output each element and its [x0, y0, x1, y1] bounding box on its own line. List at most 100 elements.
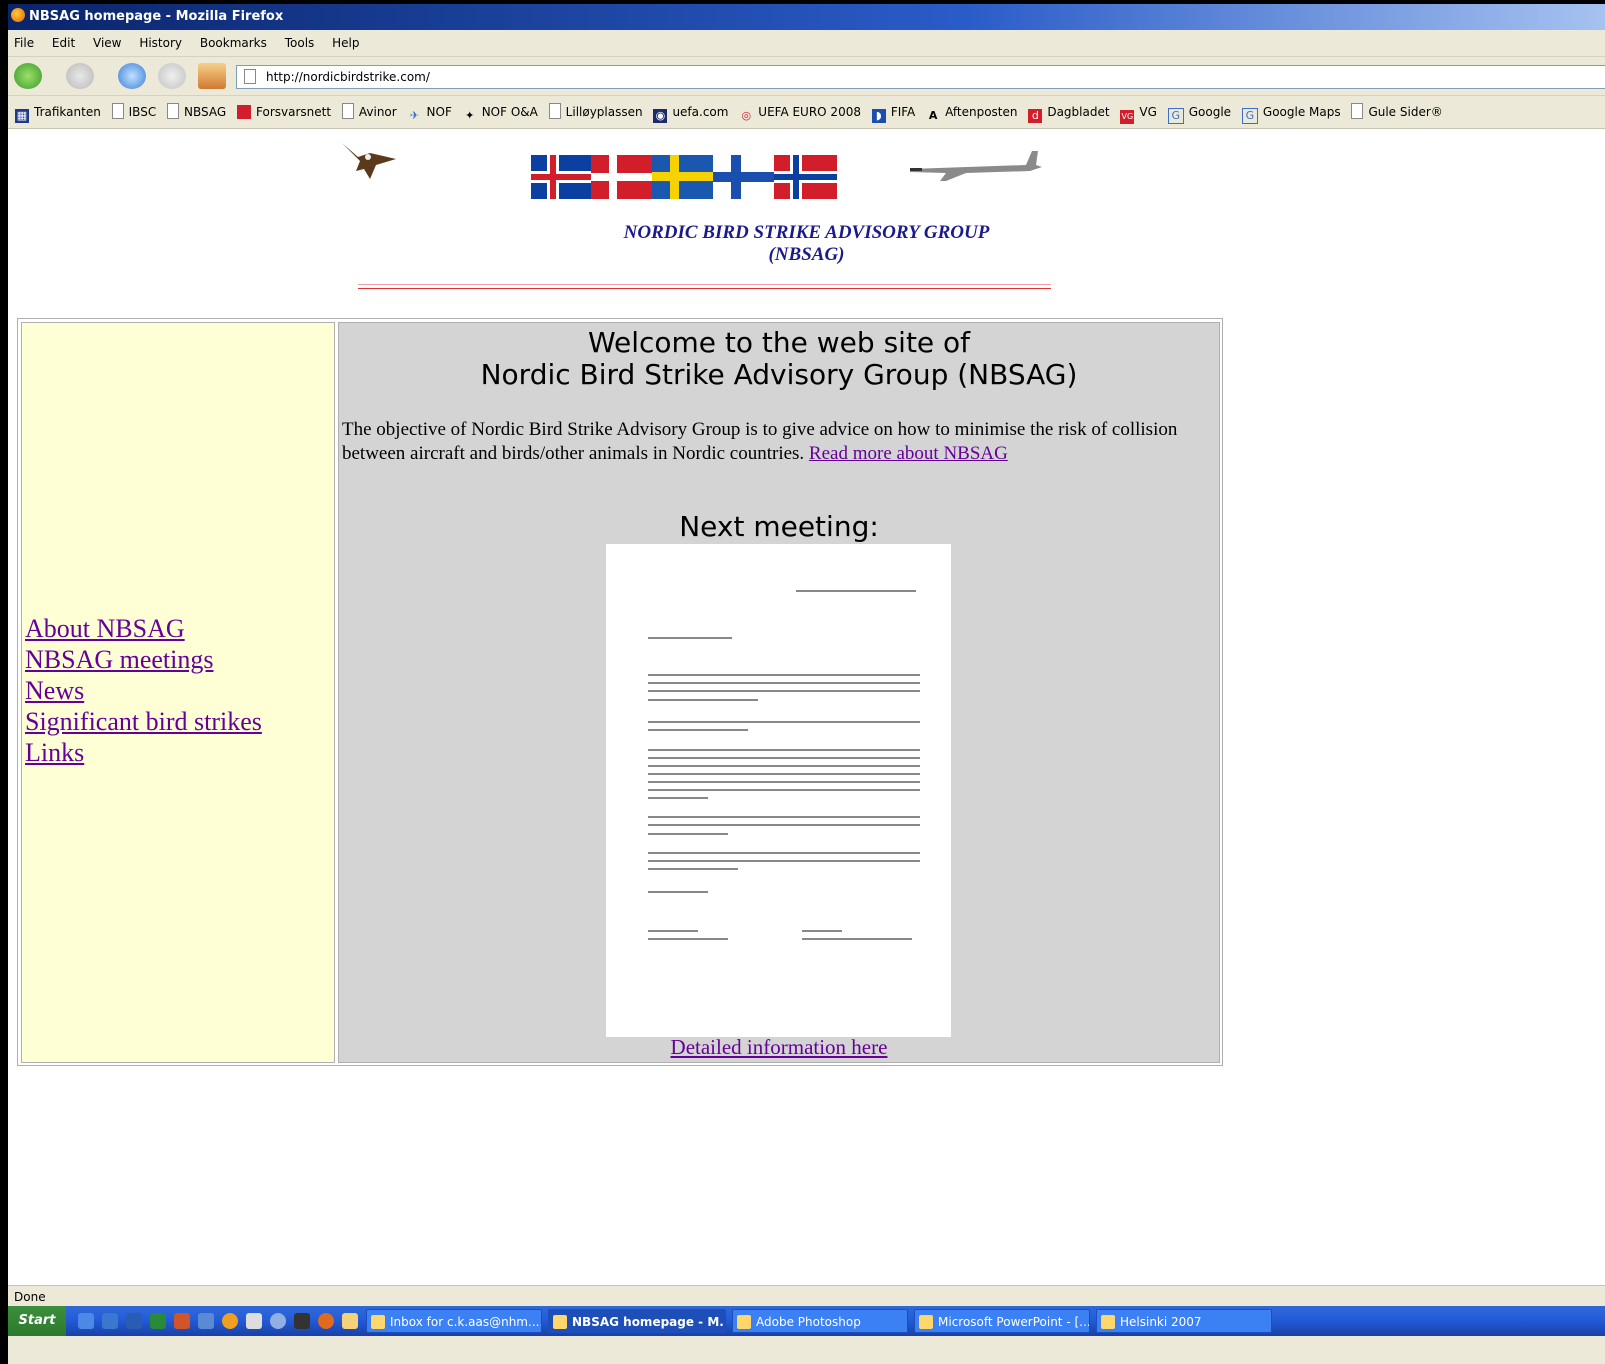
firefox-icon[interactable] — [318, 1313, 334, 1329]
bookmark-aftenposten[interactable]: A Aftenposten — [926, 96, 1018, 128]
page-icon — [548, 103, 561, 119]
firefox-icon — [11, 8, 25, 22]
bird-icon: ✦ — [465, 109, 475, 122]
page-icon — [244, 69, 256, 84]
denmark-flag-icon — [591, 155, 652, 199]
page-icon — [167, 103, 180, 119]
task-photoshop[interactable]: Adobe Photoshop — [732, 1309, 908, 1333]
bookmark-nbsag[interactable]: NBSAG — [167, 96, 226, 128]
bookmark-fifa[interactable]: ◗ FIFA — [871, 96, 915, 128]
bookmark-vg[interactable]: VG VG — [1120, 96, 1157, 128]
powerpoint-icon[interactable] — [174, 1313, 190, 1329]
task-nbsag-homepage[interactable]: NBSAG homepage - M... — [548, 1309, 726, 1333]
bookmarks-toolbar: ▦ Trafikanten IBSC NBSAG Forsvarsnett Avi… — [8, 96, 1605, 129]
iceland-flag-icon — [531, 155, 591, 199]
title-bar: NBSAG homepage - Mozilla Firefox — [8, 4, 1605, 30]
bookmark-nof[interactable]: ✈ NOF — [408, 96, 452, 128]
menu-history[interactable]: History — [139, 36, 182, 50]
firefox-icon — [553, 1315, 567, 1329]
word-icon[interactable] — [126, 1313, 142, 1329]
site-subtitle: (NBSAG) — [768, 244, 845, 265]
photoshop-icon[interactable] — [198, 1313, 214, 1329]
nav-links[interactable]: Links — [25, 737, 262, 768]
reload-icon[interactable] — [118, 63, 146, 89]
forward-icon[interactable] — [66, 63, 94, 89]
bookmark-google-maps[interactable]: G Google Maps — [1241, 96, 1341, 128]
bookmark-avinor[interactable]: Avinor — [341, 96, 397, 128]
finland-flag-icon — [713, 155, 774, 199]
page-icon — [1351, 103, 1364, 119]
app-icon[interactable] — [246, 1313, 262, 1329]
page-content: NORDIC BIRD STRIKE ADVISORY GROUP (NBSAG… — [8, 129, 1605, 1285]
vg-icon: VG — [1120, 110, 1135, 124]
task-helsinki-folder[interactable]: Helsinki 2007 — [1096, 1309, 1272, 1333]
folder-icon[interactable] — [342, 1313, 358, 1329]
nav-significant-bird-strikes[interactable]: Significant bird strikes — [25, 706, 262, 737]
welcome-heading: Welcome to the web site of Nordic Bird S… — [480, 326, 1078, 391]
sidebar: About NBSAG NBSAG meetings News Signific… — [21, 322, 335, 1063]
nav-about-nbsag[interactable]: About NBSAG — [25, 613, 262, 644]
bookmark-gule-sider[interactable]: Gule Sider® — [1351, 96, 1443, 128]
nav-news[interactable]: News — [25, 675, 262, 706]
bookmark-forsvarsnett[interactable]: Forsvarsnett — [237, 96, 331, 128]
main-panel: Welcome to the web site of Nordic Bird S… — [338, 322, 1220, 1063]
ie-icon[interactable] — [102, 1313, 118, 1329]
back-icon[interactable] — [14, 63, 42, 89]
bookmark-lilloyplassen[interactable]: Lilløyplassen — [548, 96, 643, 128]
status-bar: Done — [8, 1285, 1605, 1308]
task-inbox[interactable]: Inbox for c.k.aas@nhm.... — [366, 1309, 542, 1333]
divider-line — [358, 284, 1051, 289]
browser-window: NBSAG homepage - Mozilla Firefox File Ed… — [8, 4, 1605, 1364]
status-text: Done — [14, 1290, 46, 1304]
uefa-icon: ◉ — [653, 109, 668, 123]
bird-icon: ✈ — [409, 109, 420, 122]
url-text: http://nordicbirdstrike.com/ — [266, 70, 430, 84]
eagle-icon — [342, 143, 396, 179]
menu-file[interactable]: File — [14, 36, 34, 50]
menu-help[interactable]: Help — [332, 36, 359, 50]
bookmark-euro2008[interactable]: ◎ UEFA EURO 2008 — [739, 96, 861, 128]
read-more-link[interactable]: Read more about NBSAG — [809, 443, 1008, 464]
menu-view[interactable]: View — [93, 36, 121, 50]
trafikanten-icon: ▦ — [15, 109, 29, 123]
dagbladet-icon: d — [1028, 109, 1043, 123]
euro-icon: ◎ — [741, 109, 752, 122]
window-title: NBSAG homepage - Mozilla Firefox — [29, 9, 284, 24]
nav-nbsag-meetings[interactable]: NBSAG meetings — [25, 644, 262, 675]
norway-flag-icon — [237, 105, 251, 119]
nordic-flags-banner — [531, 155, 837, 199]
bookmark-dagbladet[interactable]: d Dagbladet — [1028, 96, 1110, 128]
page-icon — [341, 103, 354, 119]
show-desktop-icon[interactable] — [78, 1313, 94, 1329]
menu-edit[interactable]: Edit — [52, 36, 75, 50]
task-powerpoint[interactable]: Microsoft PowerPoint - [... — [914, 1309, 1090, 1333]
google-icon: G — [1167, 108, 1184, 124]
app-icon[interactable] — [294, 1313, 310, 1329]
app-icon[interactable] — [222, 1313, 238, 1329]
bookmark-nof-oa[interactable]: ✦ NOF O&A — [463, 96, 538, 128]
start-button[interactable]: Start — [8, 1306, 66, 1336]
menu-bar: File Edit View History Bookmarks Tools H… — [8, 30, 1605, 57]
bookmark-ibsc[interactable]: IBSC — [111, 96, 156, 128]
bookmark-uefa[interactable]: ◉ uefa.com — [653, 96, 728, 128]
next-meeting-heading: Next meeting: — [679, 510, 879, 543]
excel-icon[interactable] — [150, 1313, 166, 1329]
bookmark-trafikanten[interactable]: ▦ Trafikanten — [15, 96, 101, 128]
meeting-letter-image[interactable] — [606, 544, 951, 1037]
page-icon — [111, 103, 124, 119]
menu-bookmarks[interactable]: Bookmarks — [200, 36, 267, 50]
folder-icon — [1101, 1315, 1115, 1329]
address-bar[interactable]: http://nordicbirdstrike.com/ — [236, 65, 1605, 89]
stop-icon[interactable] — [158, 63, 186, 89]
detailed-information-link[interactable]: Detailed information here — [339, 1035, 1219, 1060]
site-title: NORDIC BIRD STRIKE ADVISORY GROUP — [623, 222, 990, 243]
app-icon[interactable] — [270, 1313, 286, 1329]
sweden-flag-icon — [652, 155, 713, 199]
norway-flag-icon — [774, 155, 837, 199]
airplane-icon — [910, 151, 1042, 181]
mail-icon — [371, 1315, 385, 1329]
home-icon[interactable] — [198, 63, 226, 89]
powerpoint-icon — [919, 1315, 933, 1329]
menu-tools[interactable]: Tools — [285, 36, 315, 50]
bookmark-google[interactable]: G Google — [1167, 96, 1231, 128]
